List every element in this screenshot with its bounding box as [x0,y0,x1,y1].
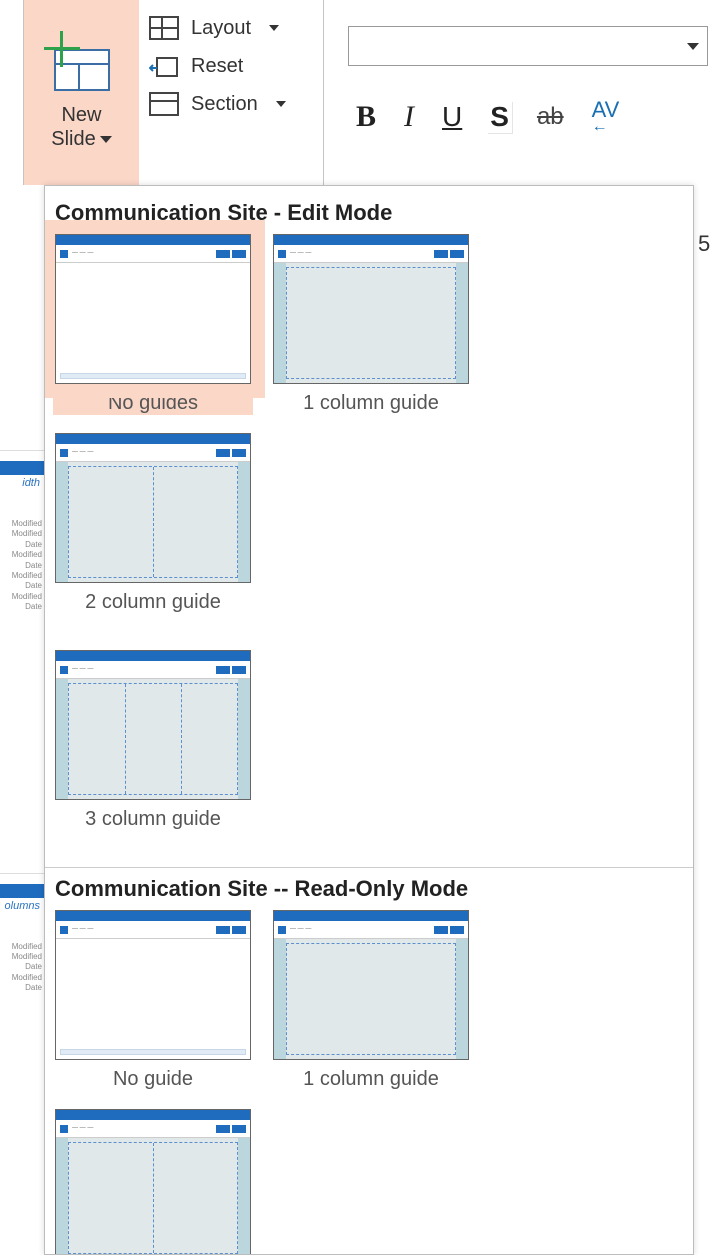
chevron-down-icon [269,25,279,31]
layout-icon [149,16,179,40]
layout-caption: 1 column guide [271,1068,471,1091]
slides-group: Layout Reset Section [139,0,324,185]
layout-caption: No guide [53,1068,253,1091]
layout-thumb: — — — [55,910,251,1060]
layout-option-1col[interactable]: — — — 1 column guide [271,234,471,415]
layout-button[interactable]: Layout [149,16,315,40]
slide-thumbnails-panel: idth Modified Modified Date Modified Dat… [0,190,44,1255]
chevron-down-icon [100,136,112,143]
text-shadow-button[interactable]: S [490,101,509,133]
reset-label: Reset [191,55,243,78]
ribbon: New Slide Layout Reset Section B I U [0,0,718,185]
layout-option-2col[interactable]: — — — 2 column guide [53,433,253,614]
gallery-section-title: Communication Site - Edit Mode [55,200,685,226]
layout-option-no-guides[interactable]: — — — No guides [53,234,253,415]
thumb-text: Modified Date [0,973,44,994]
layout-label: Layout [191,17,251,40]
layout-option-2col-ro[interactable]: — — — 2 column guide [53,1109,253,1255]
font-size-fragment: 5 [698,231,710,257]
gallery-divider [45,867,693,868]
font-family-select[interactable] [348,26,708,66]
chevron-down-icon [276,101,286,107]
font-group: B I U S ab AV ← [324,0,718,185]
layout-option-no-guide-ro[interactable]: — — — No guide [53,910,253,1091]
layout-caption: 2 column guide [53,591,253,614]
layout-thumb: — — — [55,1109,251,1255]
layout-option-3col[interactable]: — — — 3 column guide [53,650,253,831]
thumb-text: Modified Date [0,550,44,571]
thumb-text: Modified Date [0,952,44,973]
section-label: Section [191,93,258,116]
reset-icon [149,54,179,78]
ribbon-left-edge [0,0,24,185]
layout-thumb: — — — [55,433,251,583]
new-slide-icon [54,49,110,91]
new-slide-gallery: Communication Site - Edit Mode — — — No … [44,185,694,1255]
layout-caption: 3 column guide [53,808,253,831]
thumb-text: Modified Date [0,571,44,592]
layout-thumb: — — — [55,234,251,384]
thumb-text: Modified Date [0,529,44,550]
bold-button[interactable]: B [356,100,376,134]
new-slide-label: New Slide [51,103,111,161]
thumb-text: Modified Date [0,592,44,613]
layout-thumb: — — — [55,650,251,800]
layout-caption: 1 column guide [271,392,471,415]
thumb-caption: olumns [0,900,44,912]
layout-caption: No guides [53,392,253,415]
thumb-text: Modified [0,519,44,529]
chevron-down-icon [687,43,699,50]
underline-button[interactable]: U [442,101,462,133]
new-slide-button[interactable]: New Slide [24,0,139,185]
reset-button[interactable]: Reset [149,54,315,78]
arrow-left-icon: ← [592,120,608,134]
layout-thumb: — — — [273,910,469,1060]
italic-button[interactable]: I [404,100,414,134]
thumb-caption: idth [0,477,44,489]
thumb-text: Modified [0,942,44,952]
strikethrough-button[interactable]: ab [537,103,564,131]
section-button[interactable]: Section [149,92,315,116]
gallery-section-title: Communication Site -- Read-Only Mode [55,876,685,902]
layout-thumb: — — — [273,234,469,384]
char-spacing-button[interactable]: AV ← [592,100,620,134]
section-icon [149,92,179,116]
layout-option-1col-ro[interactable]: — — — 1 column guide [271,910,471,1091]
